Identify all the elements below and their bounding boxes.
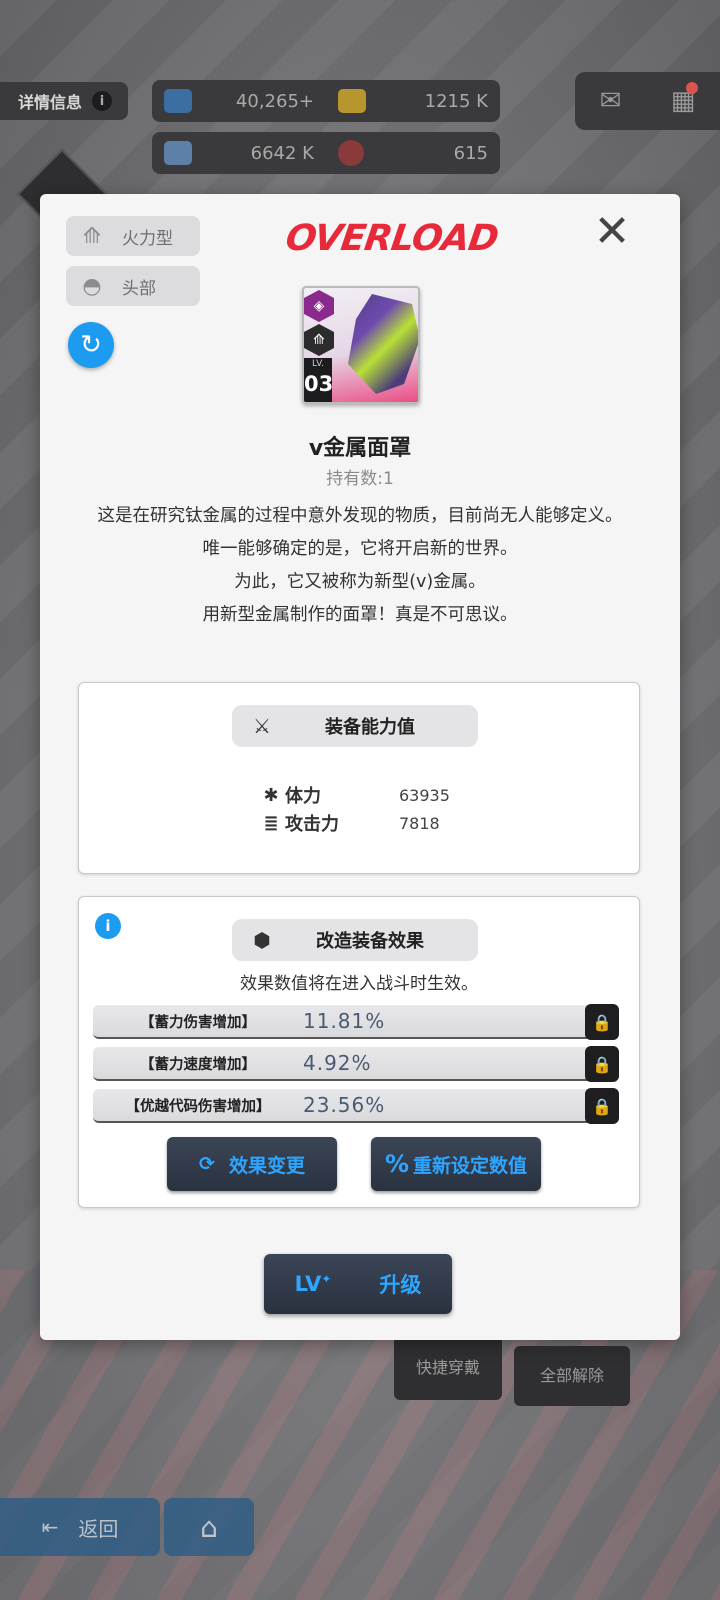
resource-weapon-core: 6642 K bbox=[152, 141, 326, 165]
hp-icon: ✱ bbox=[263, 784, 279, 806]
stat-value: 7818 bbox=[399, 813, 440, 833]
firepower-badge-icon: ⟰ bbox=[304, 324, 334, 356]
reset-values-label: 重新设定数值 bbox=[413, 1154, 528, 1177]
resource-crystal[interactable]: 40,265+ bbox=[152, 89, 326, 113]
info-icon: i bbox=[92, 91, 113, 111]
level-label: LV. bbox=[312, 359, 324, 369]
change-effect-button[interactable]: ⟳ 效果变更 bbox=[167, 1137, 337, 1191]
cube-icon: ⬢ bbox=[253, 928, 271, 952]
equipment-detail-modal: ⟰ 火力型 ◓ 头部 ↻ OVERLOAD ✕ ◈ ⟰ LV. 03 v金属面罩… bbox=[40, 194, 680, 1340]
detail-info-label: 详情信息 bbox=[18, 93, 83, 112]
stats-panel: ⚔ 装备能力值 ✱ 体力 63935 ≣ 攻击力 7818 bbox=[78, 682, 640, 874]
mail-icon[interactable]: ✉ bbox=[600, 86, 622, 116]
exit-icon: ⇤ bbox=[41, 1515, 59, 1539]
effect-row: 【蓄力伤害增加】 11.81% 🔒 bbox=[93, 1004, 619, 1040]
attack-icon: ≣ bbox=[263, 812, 279, 834]
lock-icon[interactable]: 🔒 bbox=[585, 1088, 619, 1124]
info-icon: i bbox=[105, 917, 111, 935]
item-card: ◈ ⟰ LV. 03 bbox=[302, 286, 420, 404]
close-icon: ✕ bbox=[593, 206, 631, 257]
effect-name: 【蓄力速度增加】 bbox=[140, 1056, 256, 1073]
effect-value: 11.81% bbox=[303, 1009, 386, 1033]
top-right-menu: ✉ ▦ bbox=[575, 72, 720, 130]
effects-panel: i ⬢ 改造装备效果 效果数值将在进入战斗时生效。 【蓄力伤害增加】 11.81… bbox=[78, 896, 640, 1208]
upgrade-button[interactable]: LV✦ 升级 bbox=[264, 1254, 452, 1314]
tag-slot: ◓ 头部 bbox=[66, 266, 200, 306]
close-button[interactable]: ✕ bbox=[590, 210, 634, 254]
firepower-icon: ⟰ bbox=[82, 223, 102, 249]
item-description: 这是在研究钛金属的过程中意外发现的物质，目前尚无人能够定义。 唯一能够确定的是，… bbox=[66, 500, 654, 632]
detail-info-button[interactable]: 详情信息 i bbox=[0, 82, 128, 120]
effects-info-button[interactable]: i bbox=[95, 913, 121, 939]
crystal-value: 40,265 bbox=[235, 90, 299, 112]
item-count: 持有数:1 bbox=[326, 469, 394, 489]
tag-class-label: 火力型 bbox=[122, 228, 173, 249]
mask-image bbox=[348, 294, 418, 394]
stat-row-hp: ✱ 体力 63935 bbox=[257, 781, 450, 809]
effect-name: 【优越代码伤害增加】 bbox=[125, 1098, 271, 1115]
description-line: 为此，它又被称为新型(v)金属。 bbox=[234, 572, 486, 592]
helmet-icon: ◓ bbox=[82, 273, 102, 299]
item-name: v金属面罩 bbox=[308, 436, 412, 461]
lock-icon[interactable]: 🔒 bbox=[585, 1046, 619, 1082]
weapon-core-value: 6642 K bbox=[250, 142, 314, 164]
crystal-plus: + bbox=[298, 90, 314, 112]
weapon-core-icon bbox=[164, 141, 192, 165]
resource-core: 615 bbox=[326, 140, 500, 166]
effect-row: 【优越代码伤害增加】 23.56% 🔒 bbox=[93, 1088, 619, 1124]
level-number: 03 bbox=[304, 372, 334, 396]
percent-icon: % bbox=[384, 1150, 410, 1178]
change-effect-label: 效果变更 bbox=[228, 1154, 305, 1177]
stat-label: 体力 bbox=[285, 786, 321, 807]
rarity-icon: ◈ bbox=[304, 290, 334, 322]
overload-logo: OVERLOAD bbox=[283, 218, 501, 259]
resource-battery: 1215 K bbox=[326, 89, 500, 113]
resource-bar-bottom: 6642 K 615 bbox=[152, 132, 500, 174]
back-button[interactable]: ⇤ 返回 bbox=[0, 1498, 160, 1556]
level-box: LV. 03 bbox=[304, 358, 334, 402]
effects-note: 效果数值将在进入战斗时生效。 bbox=[240, 974, 478, 994]
notification-dot bbox=[686, 82, 698, 94]
effects-panel-header: ⬢ 改造装备效果 bbox=[232, 919, 478, 961]
effects-panel-title: 改造装备效果 bbox=[316, 931, 424, 952]
lock-icon[interactable]: 🔒 bbox=[585, 1004, 619, 1040]
effect-value: 23.56% bbox=[303, 1093, 386, 1117]
upgrade-label: 升级 bbox=[379, 1273, 422, 1297]
share-icon: ↻ bbox=[80, 330, 102, 360]
battery-icon bbox=[338, 89, 366, 113]
resource-bar-top: 40,265+ 1215 K bbox=[152, 80, 500, 122]
reset-values-button[interactable]: % 重新设定数值 bbox=[371, 1137, 541, 1191]
core-icon bbox=[338, 140, 364, 166]
home-icon: ⌂ bbox=[200, 1510, 218, 1544]
quick-equip-button[interactable]: 快捷穿戴 bbox=[394, 1336, 502, 1400]
crystal-icon bbox=[164, 89, 192, 113]
core-value: 615 bbox=[453, 142, 488, 164]
crossed-swords-icon: ⚔ bbox=[253, 714, 271, 738]
stat-label: 攻击力 bbox=[285, 814, 339, 835]
description-line: 这是在研究钛金属的过程中意外发现的物质，目前尚无人能够定义。 bbox=[97, 506, 623, 526]
share-button[interactable]: ↻ bbox=[68, 322, 114, 368]
battery-value: 1215 K bbox=[424, 90, 488, 112]
stats-panel-header: ⚔ 装备能力值 bbox=[232, 705, 478, 747]
remove-all-button[interactable]: 全部解除 bbox=[514, 1346, 630, 1406]
refresh-icon: ⟳ bbox=[199, 1153, 215, 1175]
back-label: 返回 bbox=[78, 1516, 119, 1541]
tag-slot-label: 头部 bbox=[122, 278, 156, 299]
effect-value: 4.92% bbox=[303, 1051, 372, 1075]
tag-class: ⟰ 火力型 bbox=[66, 216, 200, 256]
level-up-icon: LV✦ bbox=[294, 1272, 332, 1296]
stat-value: 63935 bbox=[399, 785, 450, 805]
effect-name: 【蓄力伤害增加】 bbox=[140, 1014, 256, 1031]
description-line: 用新型金属制作的面罩！真是不可思议。 bbox=[202, 605, 518, 625]
description-line: 唯一能够确定的是，它将开启新的世界。 bbox=[202, 539, 518, 559]
stats-panel-title: 装备能力值 bbox=[325, 717, 415, 738]
home-button[interactable]: ⌂ bbox=[164, 1498, 254, 1556]
effect-row: 【蓄力速度增加】 4.92% 🔒 bbox=[93, 1046, 619, 1082]
stat-row-attack: ≣ 攻击力 7818 bbox=[257, 809, 440, 837]
